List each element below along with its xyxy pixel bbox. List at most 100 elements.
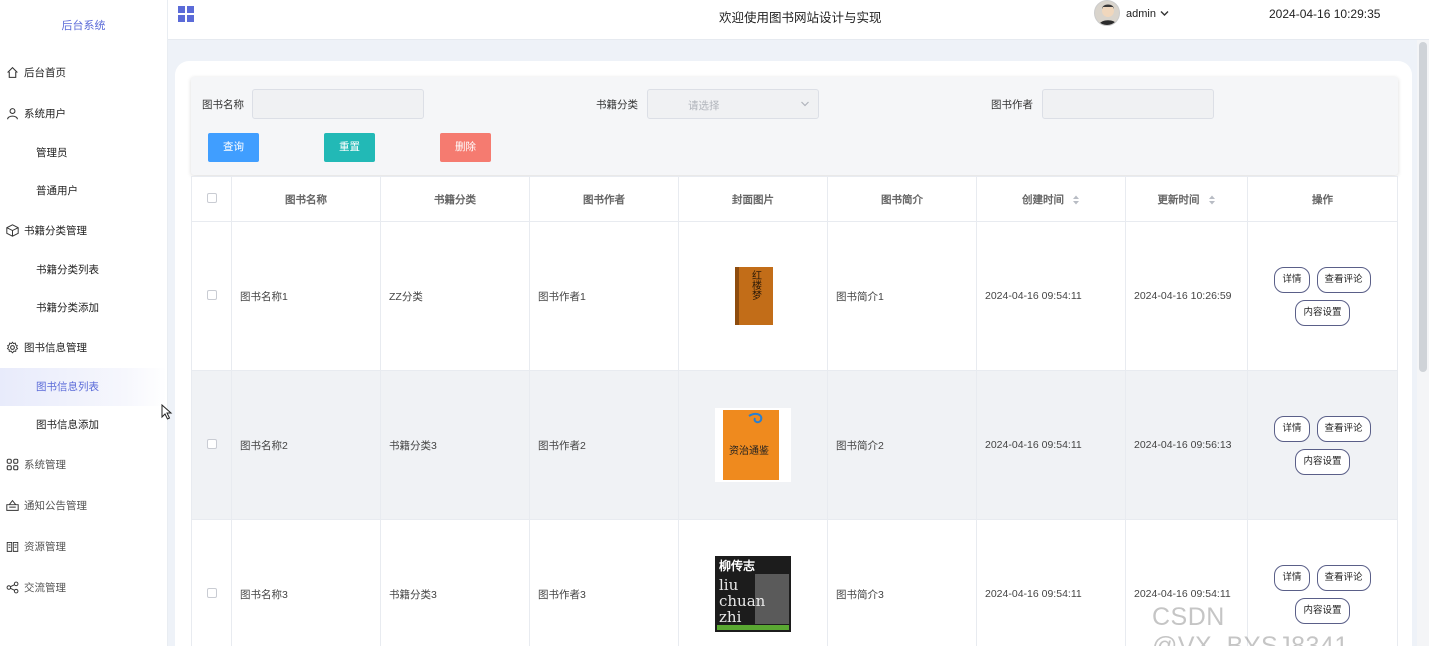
sidebar-item-admins[interactable]: 管理员 <box>0 134 167 172</box>
updated-time-cell: 2024-04-16 09:56:13 <box>1125 370 1248 520</box>
row-checkbox[interactable] <box>206 289 217 300</box>
view-comments-button[interactable]: 查看评论 <box>1316 266 1371 293</box>
created-time-cell: 2024-04-16 09:54:11 <box>976 519 1126 646</box>
book-cover-image: 资治通鉴 <box>715 408 791 482</box>
content-settings-button[interactable]: 内容设置 <box>1295 299 1350 326</box>
search-panel: 图书名称 书籍分类 请选择 图书作者 查询 重置 删除 <box>191 77 1398 175</box>
category-label: 书籍分类 <box>596 99 638 111</box>
share-icon <box>5 581 19 595</box>
sidebar-item-exchange-management[interactable]: 交流管理 <box>0 567 167 608</box>
grid-icon <box>5 458 19 472</box>
column-header: 图书作者 <box>529 176 679 222</box>
watermark: CSDN @VX_BYSJ8341 <box>1152 603 1349 646</box>
category-cell: ZZ分类 <box>380 221 530 371</box>
sidebar-item-label: 图书信息管理 <box>24 342 87 354</box>
column-header: 书籍分类 <box>380 176 530 222</box>
content-settings-button[interactable]: 内容设置 <box>1295 448 1350 475</box>
cover-title: 红楼梦 <box>750 269 762 301</box>
sort-icon[interactable] <box>1208 195 1216 205</box>
created-time-cell: 2024-04-16 09:54:11 <box>976 221 1126 371</box>
query-button[interactable]: 查询 <box>208 133 259 162</box>
sidebar-item-category-list[interactable]: 书籍分类列表 <box>0 251 167 289</box>
chevron-down-icon <box>1160 11 1169 16</box>
select-all-cell <box>191 176 232 222</box>
book-name-label: 图书名称 <box>202 99 244 111</box>
sort-icon[interactable] <box>1072 195 1080 205</box>
category-cell: 书籍分类3 <box>380 519 530 646</box>
sidebar-item-resource-management[interactable]: 资源管理 <box>0 526 167 567</box>
detail-button[interactable]: 详情 <box>1274 266 1310 293</box>
avatar[interactable] <box>1094 0 1120 26</box>
author-input[interactable] <box>1042 89 1214 119</box>
actions-cell: 详情 查看评论 内容设置 <box>1247 370 1398 520</box>
current-datetime: 2024-04-16 10:29:35 <box>1269 7 1381 21</box>
sidebar-item-book-management[interactable]: 图书信息管理 <box>0 327 167 368</box>
book-name-cell: 图书名称1 <box>231 221 381 371</box>
column-header: 图书简介 <box>827 176 977 222</box>
delete-button[interactable]: 删除 <box>440 133 491 162</box>
sidebar-item-label: 书籍分类管理 <box>24 225 87 237</box>
book-name-input[interactable] <box>252 89 424 119</box>
book-name-cell: 图书名称3 <box>231 519 381 646</box>
view-comments-button[interactable]: 查看评论 <box>1316 415 1371 442</box>
sidebar-item-system-users[interactable]: 系统用户 <box>0 93 167 134</box>
reset-button[interactable]: 重置 <box>324 133 375 162</box>
column-header: 图书名称 <box>231 176 381 222</box>
notice-icon <box>5 499 19 513</box>
sidebar-item-label: 后台首页 <box>24 67 66 79</box>
mouse-cursor-icon <box>161 404 173 420</box>
sidebar-item-notice-management[interactable]: 通知公告管理 <box>0 485 167 526</box>
menu-toggle-icon[interactable] <box>178 6 194 22</box>
actions-cell: 详情 查看评论 内容设置 <box>1247 221 1398 371</box>
sidebar-item-label: 系统用户 <box>24 108 66 120</box>
chevron-down-icon <box>801 101 809 107</box>
scrollbar-thumb[interactable] <box>1419 42 1427 372</box>
cover-line: zhi <box>719 608 742 626</box>
detail-button[interactable]: 详情 <box>1274 564 1310 591</box>
column-header-label: 更新时间 <box>1157 193 1200 206</box>
user-menu[interactable]: admin <box>1126 8 1169 20</box>
sidebar-item-book-list[interactable]: 图书信息列表 <box>0 368 167 406</box>
sidebar-item-category-management[interactable]: 书籍分类管理 <box>0 210 167 251</box>
table-header-row: 图书名称 书籍分类 图书作者 封面图片 图书简介 创建时间 更新时间 操作 <box>191 176 1398 222</box>
sidebar-item-system-management[interactable]: 系统管理 <box>0 444 167 485</box>
intro-cell: 图书简介1 <box>827 221 977 371</box>
sidebar-item-book-add[interactable]: 图书信息添加 <box>0 406 167 444</box>
page-title: 欢迎使用图书网站设计与实现 <box>719 11 882 25</box>
select-all-checkbox[interactable] <box>206 192 217 203</box>
user-icon <box>5 107 19 121</box>
updated-time-cell: 2024-04-16 10:26:59 <box>1125 221 1248 371</box>
column-header: 操作 <box>1247 176 1398 222</box>
author-cell: 图书作者3 <box>529 519 679 646</box>
intro-cell: 图书简介3 <box>827 519 977 646</box>
sidebar-item-label: 通知公告管理 <box>24 500 87 512</box>
book-cover-image: 柳传志 liu chuan zhi <box>715 556 791 632</box>
row-actions: 详情 查看评论 内容设置 <box>1248 415 1397 475</box>
category-select[interactable]: 请选择 <box>647 89 819 119</box>
cover-cell: 柳传志 liu chuan zhi <box>678 519 828 646</box>
sidebar-item-label: 资源管理 <box>24 541 66 553</box>
row-select-cell <box>191 370 232 520</box>
home-icon <box>5 66 19 80</box>
column-header-sortable[interactable]: 更新时间 <box>1125 176 1248 222</box>
book-table: 图书名称 书籍分类 图书作者 封面图片 图书简介 创建时间 更新时间 操作 图书… <box>191 176 1398 646</box>
book-icon <box>5 540 19 554</box>
created-time-cell: 2024-04-16 09:54:11 <box>976 370 1126 520</box>
cover-title: 柳传志 <box>719 558 755 573</box>
top-header: 欢迎使用图书网站设计与实现 admin 2024-04-16 10:29:35 <box>168 0 1429 40</box>
sidebar-item-home[interactable]: 后台首页 <box>0 52 167 93</box>
column-header: 封面图片 <box>678 176 828 222</box>
book-name-cell: 图书名称2 <box>231 370 381 520</box>
sidebar-item-category-add[interactable]: 书籍分类添加 <box>0 289 167 327</box>
cover-cell: 资治通鉴 <box>678 370 828 520</box>
table-row: 图书名称1 ZZ分类 图书作者1 红楼梦 图书简介1 2024-04-16 09… <box>191 221 1398 371</box>
detail-button[interactable]: 详情 <box>1274 415 1310 442</box>
row-checkbox[interactable] <box>206 587 217 598</box>
book-cover-image: 红楼梦 <box>735 267 773 325</box>
sidebar-item-normal-users[interactable]: 普通用户 <box>0 172 167 210</box>
row-checkbox[interactable] <box>206 438 217 449</box>
view-comments-button[interactable]: 查看评论 <box>1316 564 1371 591</box>
cover-cell: 红楼梦 <box>678 221 828 371</box>
column-header-sortable[interactable]: 创建时间 <box>976 176 1126 222</box>
row-actions: 详情 查看评论 内容设置 <box>1248 266 1397 326</box>
